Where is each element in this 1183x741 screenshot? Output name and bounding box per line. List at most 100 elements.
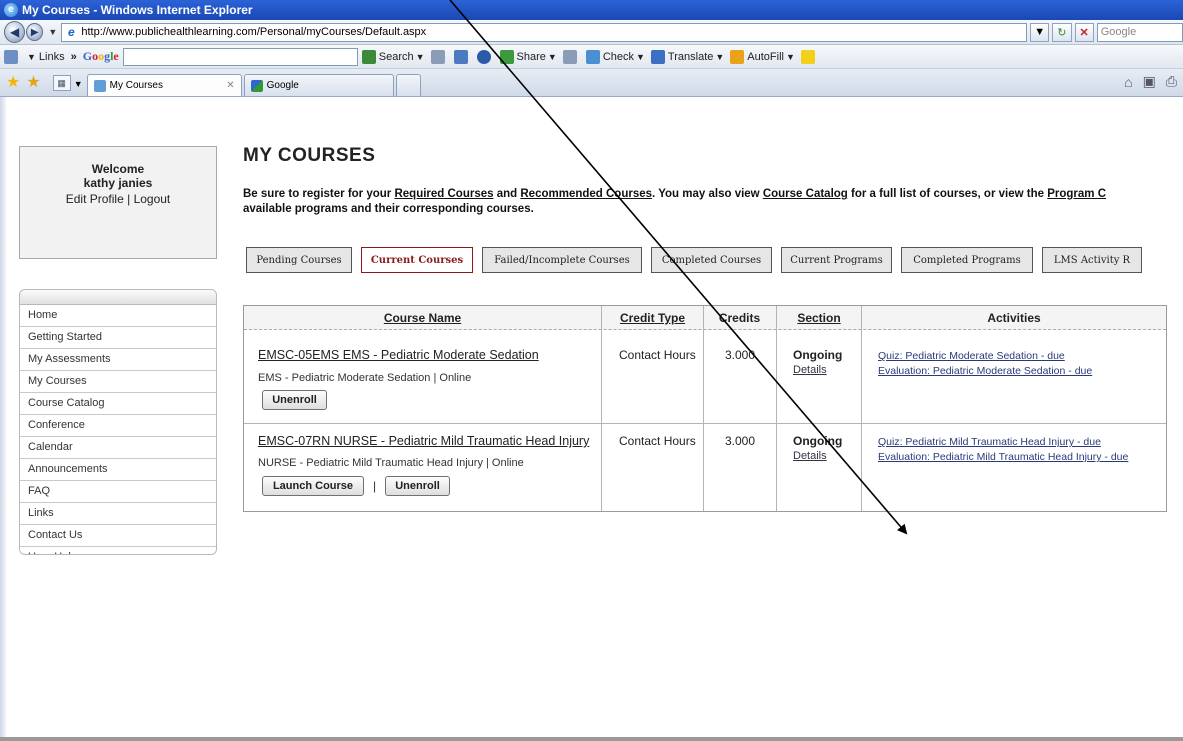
sidebar-item-announcements[interactable]: Announcements [20,459,216,481]
toolbar-check-button[interactable]: Check ▼ [585,49,645,64]
tab-completed-courses[interactable]: Completed Courses [651,247,772,273]
url-text: http://www.publichealthlearning.com/Pers… [81,26,427,38]
sidebar-item-calendar[interactable]: Calendar [20,437,216,459]
header-section[interactable]: Section [777,306,861,330]
sidebar-item-links[interactable]: Links [20,503,216,525]
sidebar-item-home[interactable]: Home [20,305,216,327]
quiz-activity-link[interactable]: Quiz: Pediatric Mild Traumatic Head Inju… [878,436,1101,448]
recommended-courses-link[interactable]: Recommended Courses [520,188,652,200]
check-label: Check [602,50,634,63]
url-dropdown-button[interactable]: ▼ [1030,22,1050,42]
intro-text-part: Be sure to register for your [243,188,395,200]
edit-profile-link[interactable]: Edit Profile [66,192,124,206]
sidebar-item-getting-started[interactable]: Getting Started [20,327,216,349]
course-name-link[interactable]: EMSC-05EMS EMS - Pediatric Moderate Seda… [258,348,539,362]
tab-favicon-icon [93,79,106,92]
add-favorite-icon[interactable]: ★ [26,70,40,96]
toolbar-send-button[interactable] [562,49,580,64]
header-credits: Credits [718,311,761,325]
new-tab-button[interactable] [395,74,421,96]
unenroll-button[interactable]: Unenroll [385,476,450,496]
sidebar-item-user-help[interactable]: User Help [20,547,216,554]
page-icon: e [68,25,75,39]
course-catalog-link[interactable]: Course Catalog [763,188,848,200]
section-details-link[interactable]: Details [793,364,827,376]
tab-pending-courses[interactable]: Pending Courses [246,247,352,273]
sidebar-item-course-catalog[interactable]: Course Catalog [20,393,216,415]
column-divider [601,306,602,511]
evaluation-activity-link[interactable]: Evaluation: Pediatric Mild Traumatic Hea… [878,451,1128,463]
browser-tab-label: Google [266,80,299,91]
toolbar-popup-button[interactable] [476,49,494,64]
tab-lms-activity[interactable]: LMS Activity R [1042,247,1142,273]
unenroll-button[interactable]: Unenroll [262,390,327,410]
browser-tab-google[interactable]: Google [243,74,394,96]
page-bottom-border [0,737,1183,741]
google-toolbar-search-input[interactable] [122,47,358,66]
user-name: kathy janies [83,176,153,190]
page-content: Welcome kathy janies Edit Profile | Logo… [0,97,1183,741]
welcome-box: Welcome kathy janies Edit Profile | Logo… [19,146,217,259]
toolbar-autofill-button[interactable]: AutoFill ▼ [730,49,795,64]
launch-course-button[interactable]: Launch Course [262,476,364,496]
section-details-link[interactable]: Details [793,450,827,462]
tab-completed-programs[interactable]: Completed Programs [901,247,1033,273]
quick-tabs-button[interactable]: ▦ [52,75,71,91]
browser-tab-my-courses[interactable]: My Courses ✕ [86,74,242,96]
search-dropdown-icon: ▼ [415,51,425,62]
send-icon [562,49,577,64]
credit-type-value: Contact Hours [619,434,696,448]
header-credit-type[interactable]: Credit Type [602,306,703,330]
header-course-name[interactable]: Course Name [244,306,601,330]
toolbar-share-button[interactable]: Share ▼ [499,49,557,64]
tab-current-programs[interactable]: Current Programs [781,247,892,273]
sidebar-item-my-courses[interactable]: My Courses [20,371,216,393]
sidebar-item-faq[interactable]: FAQ [20,481,216,503]
url-field[interactable]: e http://www.publichealthlearning.com/Pe… [61,22,1028,42]
evaluation-activity-link[interactable]: Evaluation: Pediatric Moderate Sedation … [878,365,1092,377]
stop-button[interactable]: ✕ [1074,22,1094,42]
address-bar: ◀ ▶ ▼ e http://www.publichealthlearning.… [0,20,1183,45]
sidebar-item-conference[interactable]: Conference [20,415,216,437]
feeds-icon[interactable]: ▣ [1143,73,1156,90]
home-icon[interactable]: ⌂ [1124,74,1132,90]
back-button[interactable]: ◀ [4,21,26,43]
autofill-icon [730,49,745,64]
tab-list-dropdown-icon[interactable]: ▼ [74,79,83,89]
print-icon[interactable]: ⎙ [1166,73,1177,90]
toolbar-plus-button[interactable] [453,49,471,64]
course-tabs: Pending Courses Current Courses Failed/I… [246,247,1183,273]
column-divider [703,306,704,511]
sidebar-item-contact-us[interactable]: Contact Us [20,525,216,547]
browser-search-input[interactable]: Google [1096,22,1183,42]
ie-logo-icon: e [4,3,18,17]
tab-failed-incomplete-courses[interactable]: Failed/Incomplete Courses [482,247,642,273]
page-title: MY COURSES [243,145,376,166]
tab-close-icon[interactable]: ✕ [226,80,234,91]
course-description: EMS - Pediatric Moderate Sedation | Onli… [258,372,472,384]
logout-link[interactable]: Logout [134,192,171,206]
intro-text-part: . You may also view [652,188,763,200]
history-dropdown-icon[interactable]: ▼ [48,27,57,37]
toolbar-options[interactable] [4,49,21,64]
links-menu[interactable]: ▼ Links » [27,51,77,63]
tab-favicon-icon [250,79,263,92]
translate-label: Translate [667,50,714,63]
program-catalog-link[interactable]: Program C [1047,188,1106,200]
tab-current-courses[interactable]: Current Courses [361,247,473,273]
credit-type-value: Contact Hours [619,348,696,362]
browser-tab-label: My Courses [109,80,163,91]
required-courses-link[interactable]: Required Courses [394,188,493,200]
toolbar-highlight-button[interactable] [800,49,818,64]
forward-button[interactable]: ▶ [26,23,44,41]
course-name-link[interactable]: EMSC-07RN NURSE - Pediatric Mild Traumat… [258,434,589,448]
quiz-activity-link[interactable]: Quiz: Pediatric Moderate Sedation - due [878,350,1065,362]
refresh-button[interactable]: ↻ [1052,22,1072,42]
check-dropdown-icon: ▼ [636,51,645,62]
toolbar-translate-button[interactable]: Translate ▼ [650,49,724,64]
sidebar-item-my-assessments[interactable]: My Assessments [20,349,216,371]
favorites-star-icon[interactable]: ★ [6,70,20,96]
header-activities: Activities [987,311,1041,325]
toolbar-bookmarks-button[interactable] [430,49,448,64]
toolbar-search-button[interactable]: Search ▼ [361,49,425,64]
